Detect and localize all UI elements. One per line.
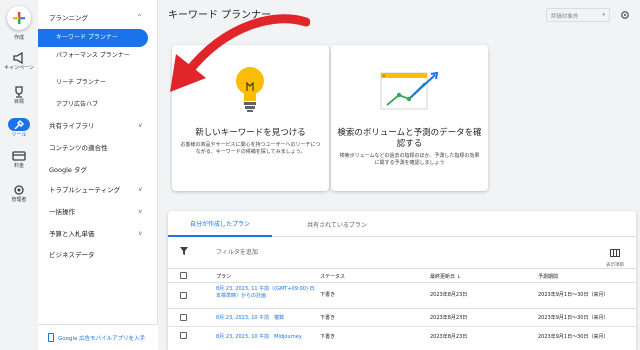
row-checkbox[interactable] <box>180 292 187 299</box>
table-header: プラン ステータス 最終更新日 ↓ 予測期間 <box>168 268 636 283</box>
card-icon <box>12 151 26 161</box>
sidebar-item-performance-planner[interactable]: パフォーマンス プランナー <box>38 52 134 70</box>
status-cell: 下書き <box>320 315 336 321</box>
status-cell: 下書き <box>320 292 336 298</box>
search-volume-forecast-card[interactable]: 検索のボリュームと予測のデータを確認する 検索ボリュームなどの過去の指標のほか、… <box>331 45 488 191</box>
rail-item-billing[interactable]: 料金 <box>0 150 38 169</box>
create-button[interactable] <box>7 6 31 30</box>
card-description: お客様の商品やサービスに関心を持つユーザーへのリーチにつながる、キーワードの候補… <box>180 142 321 155</box>
rail-item-campaigns[interactable]: キャンペーン <box>0 52 38 71</box>
phone-icon <box>48 333 54 342</box>
card-title: 新しいキーワードを見つける <box>195 128 306 138</box>
sidebar-item-planning[interactable]: プランニング ^ <box>38 8 158 26</box>
updated-cell: 2023年8月23日 <box>430 334 468 340</box>
chevron-down-icon: v <box>138 207 142 215</box>
plan-link[interactable]: 8月 23, 2023, 10 午前 複数 <box>216 315 284 322</box>
row-checkbox[interactable] <box>180 314 187 321</box>
card-description: 検索ボリュームなどの過去の指標のほか、予測した指標の効果に関する予測を確認しまし… <box>339 153 480 166</box>
chevron-down-icon: v <box>138 185 142 193</box>
status-cell: 下書き <box>320 334 336 340</box>
plus-icon <box>13 12 25 24</box>
chevron-up-icon: ^ <box>136 13 142 21</box>
plan-link[interactable]: 8月 23, 2023, 10 午前 Midjourney <box>216 334 302 341</box>
rail-item-admin[interactable]: 管理者 <box>0 184 38 203</box>
sidebar: プランニング ^ キーワード プランナー パフォーマンス プランナー リーチ プ… <box>38 0 158 350</box>
plan-tabs: 自分が作成したプラン 共有されているプラン <box>168 211 636 237</box>
sidebar-item-shared-library[interactable]: 共有ライブラリ v <box>38 116 158 134</box>
sidebar-item-google-tag[interactable]: Google タグ <box>38 160 158 178</box>
select-all-checkbox[interactable] <box>180 272 187 279</box>
filter-icon[interactable] <box>180 247 188 255</box>
add-filter-button[interactable]: フィルタを追加 <box>216 247 258 256</box>
sidebar-item-troubleshooting[interactable]: トラブルシューティング v <box>38 180 158 198</box>
sidebar-item-bulk-actions[interactable]: 一括操作 v <box>38 202 158 220</box>
settings-gear-icon[interactable] <box>620 10 630 20</box>
period-cell: 2023年9月1日〜30日（来月） <box>538 292 609 298</box>
plans-table: 自分が作成したプラン 共有されているプラン フィルタを追加 表示項目 プラン ス… <box>168 211 636 350</box>
table-row[interactable]: 8月 23, 2023, 11 午前（(GMT+09:00) 日本標準時）からの… <box>168 283 636 309</box>
card-title: 検索のボリュームと予測のデータを確認する <box>337 128 482 149</box>
rail-create-label: 作成 <box>13 35 24 41</box>
tools-icon <box>8 118 30 131</box>
column-header-updated[interactable]: 最終更新日 ↓ <box>430 273 461 280</box>
sidebar-item-budgets-bids[interactable]: 予算と入札単価 v <box>38 224 158 242</box>
column-header-period[interactable]: 予測期間 <box>538 273 558 280</box>
chart-icon <box>380 71 439 110</box>
rail-item-tools[interactable]: ツール <box>0 118 38 138</box>
megaphone-icon <box>13 52 23 64</box>
sidebar-item-content-suitability[interactable]: コンテンツの適合性 <box>38 138 158 156</box>
filter-bar: フィルタを追加 表示項目 <box>168 238 636 268</box>
column-header-plan[interactable]: プラン <box>216 273 231 280</box>
dropdown-arrow-icon: ▾ <box>602 12 605 18</box>
rail-item-goals[interactable]: 目標 <box>0 86 38 105</box>
period-cell: 2023年9月1日〜30日（来月） <box>538 334 609 340</box>
table-row[interactable]: 8月 23, 2023, 10 午前 Midjourney 下書き 2023年8… <box>168 328 636 350</box>
period-cell: 2023年9月1日〜30日（来月） <box>538 315 609 321</box>
chevron-down-icon: v <box>138 229 142 237</box>
sidebar-item-reach-planner[interactable]: リーチ プランナー <box>38 79 148 87</box>
status-filter-select[interactable]: 評価対象外 ▾ <box>546 8 610 22</box>
sidebar-item-app-ads-hub[interactable]: アプリ広告ハブ <box>38 101 148 109</box>
tab-my-plans[interactable]: 自分が作成したプラン <box>168 211 272 237</box>
plan-link[interactable]: 8月 23, 2023, 11 午前（(GMT+09:00) 日本標準時）からの… <box>216 286 316 300</box>
sidebar-item-business-data[interactable]: ビジネスデータ <box>38 245 158 263</box>
mobile-app-link[interactable]: Google 広告モバイルアプリを入手 <box>38 324 158 350</box>
row-checkbox[interactable] <box>180 332 187 339</box>
table-row[interactable]: 8月 23, 2023, 10 午前 複数 下書き 2023年8月23日 202… <box>168 310 636 327</box>
column-header-status[interactable]: ステータス <box>320 273 345 280</box>
chevron-down-icon: v <box>138 121 142 129</box>
tab-shared-plans[interactable]: 共有されているプラン <box>282 211 392 237</box>
sidebar-item-keyword-planner[interactable]: キーワード プランナー <box>38 29 148 47</box>
columns-button[interactable]: 表示項目 <box>606 242 624 268</box>
gear-icon <box>14 185 24 195</box>
columns-icon <box>610 249 620 257</box>
updated-cell: 2023年8月23日 <box>430 292 468 298</box>
sort-arrow-icon: ↓ <box>456 274 461 280</box>
trophy-icon <box>15 86 23 98</box>
nav-rail: 作成 キャンペーン 目標 ツール 料金 管理者 <box>0 0 38 350</box>
updated-cell: 2023年8月23日 <box>430 315 468 321</box>
red-arrow-annotation <box>170 14 310 92</box>
